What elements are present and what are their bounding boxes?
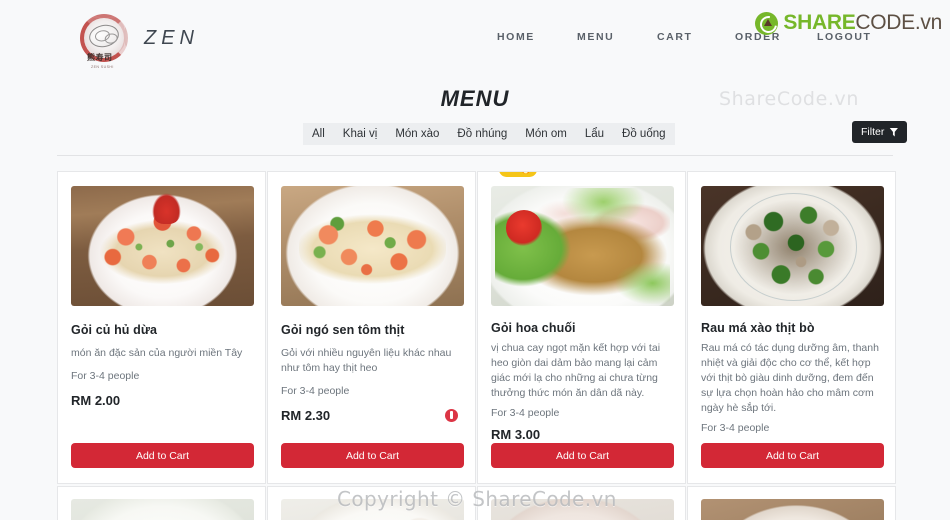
- brand-name: ZEN: [144, 26, 199, 49]
- add-to-cart-button[interactable]: Add to Cart: [281, 443, 464, 468]
- nav-item-home[interactable]: HOME: [497, 31, 535, 43]
- food-photo-row2-1: [71, 499, 254, 520]
- product-card[interactable]: Rau má xào thịt bò Rau má có tác dụng dư…: [687, 171, 896, 484]
- product-image: [491, 499, 674, 520]
- product-card[interactable]: [267, 486, 476, 520]
- product-image: [491, 186, 674, 306]
- product-card[interactable]: Gỏi ngó sen tôm thịt Gỏi với nhiều nguyê…: [267, 171, 476, 484]
- product-card[interactable]: Gỏi củ hủ dừa món ăn đặc sản của người m…: [57, 171, 266, 484]
- food-photo-row2-4: [701, 499, 884, 520]
- product-grid-row-2: [57, 486, 899, 520]
- food-photo-rau-ma-xao-thit-bo: [701, 186, 884, 306]
- add-to-cart-button[interactable]: Add to Cart: [71, 443, 254, 468]
- page-title: MENU: [440, 86, 510, 111]
- product-card[interactable]: [687, 486, 896, 520]
- logo-cjk-text: 熊寿司: [87, 53, 113, 62]
- nav-item-order[interactable]: ORDER: [735, 31, 781, 43]
- product-name: Rau má xào thịt bò: [701, 321, 815, 335]
- product-card[interactable]: Hot🔥 Gỏi hoa chuối vị chua cay ngọt mặn …: [477, 171, 686, 484]
- product-serves: For 3-4 people: [701, 421, 770, 434]
- product-grid: Gỏi củ hủ dừa món ăn đặc sản của người m…: [57, 171, 899, 484]
- zen-sushi-icon: 熊寿司 ZEN SUSHI: [78, 12, 130, 69]
- category-filter-bar: All Khai vị Món xào Đồ nhúng Món om Lẩu …: [303, 123, 675, 145]
- product-name: Gỏi ngó sen tôm thịt: [281, 323, 405, 337]
- product-card[interactable]: [477, 486, 686, 520]
- product-description: Rau má có tác dụng dưỡng âm, thanh nhiệt…: [701, 342, 879, 414]
- food-photo-goi-cu-hu-dua: [71, 186, 254, 306]
- product-name: Gỏi củ hủ dừa: [71, 323, 158, 337]
- product-description: Gỏi với nhiều nguyên liệu khác nhau như …: [281, 347, 452, 374]
- add-to-cart-button[interactable]: Add to Cart: [701, 443, 884, 468]
- product-price: RM 2.30: [281, 407, 331, 423]
- food-photo-goi-hoa-chuoi: [491, 186, 674, 306]
- food-photo-goi-ngo-sen-tom-thit: [281, 186, 464, 306]
- site-header: 熊寿司 ZEN SUSHI ZEN HOME MENU CART ORDER L…: [0, 0, 950, 78]
- filter-button-label: Filter: [861, 126, 885, 138]
- product-serves: For 3-4 people: [491, 406, 560, 419]
- food-photo-row2-2: [281, 499, 464, 520]
- product-image: [701, 186, 884, 306]
- product-card[interactable]: [57, 486, 266, 520]
- product-price-row: RM 3.00: [491, 427, 672, 442]
- nav-item-menu[interactable]: MENU: [577, 31, 614, 43]
- product-image: [281, 186, 464, 306]
- product-serves: For 3-4 people: [71, 369, 140, 382]
- add-to-cart-button[interactable]: Add to Cart: [491, 443, 674, 468]
- logo-subtext: ZEN SUSHI: [91, 65, 114, 69]
- product-price: RM 2.00: [71, 392, 121, 408]
- food-photo-row2-3: [491, 499, 674, 520]
- category-pill-lau[interactable]: Lẩu: [576, 125, 613, 143]
- product-price-row: RM 2.30: [281, 408, 462, 423]
- brand-logo[interactable]: 熊寿司 ZEN SUSHI ZEN: [78, 12, 199, 69]
- category-pill-do-uong[interactable]: Đồ uống: [613, 125, 674, 143]
- alert-icon[interactable]: [445, 408, 458, 422]
- nav-item-cart[interactable]: CART: [657, 31, 693, 43]
- category-pill-all[interactable]: All: [303, 125, 334, 143]
- product-image: [281, 499, 464, 520]
- product-serves: For 3-4 people: [281, 384, 350, 397]
- product-image: [701, 499, 884, 520]
- category-pill-do-nhung[interactable]: Đồ nhúng: [448, 125, 516, 143]
- category-pill-khai-vi[interactable]: Khai vị: [334, 125, 387, 143]
- app-page: 熊寿司 ZEN SUSHI ZEN HOME MENU CART ORDER L…: [0, 0, 950, 520]
- product-description: vị chua cay ngọt mặn kết hợp với tai heo…: [491, 342, 661, 399]
- funnel-icon: [889, 127, 899, 137]
- nav-item-logout[interactable]: LOGOUT: [817, 31, 872, 43]
- hot-badge: Hot🔥: [499, 172, 538, 177]
- product-description: món ăn đặc sản của người miền Tây: [71, 347, 243, 359]
- category-pill-mon-om[interactable]: Món om: [516, 125, 576, 143]
- product-name: Gỏi hoa chuối: [491, 321, 576, 335]
- product-price-row: RM 2.00: [71, 393, 252, 408]
- section-divider: [57, 155, 893, 156]
- product-image: [71, 499, 254, 520]
- filter-button[interactable]: Filter: [852, 121, 908, 143]
- category-pill-mon-xao[interactable]: Món xào: [386, 125, 448, 143]
- product-image: [71, 186, 254, 306]
- product-price: RM 3.00: [491, 426, 541, 442]
